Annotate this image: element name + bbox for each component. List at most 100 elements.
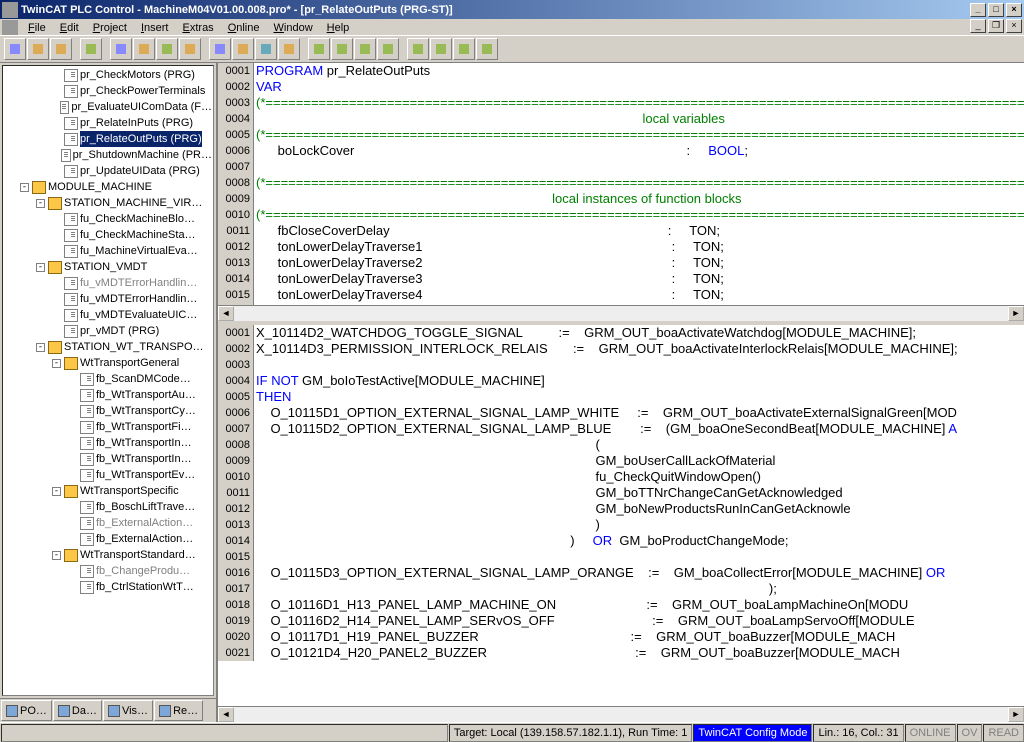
code-line[interactable]: 0017 ); — [218, 581, 1024, 597]
toolbar-save[interactable] — [50, 38, 72, 60]
maximize-button[interactable]: □ — [988, 3, 1004, 17]
tree-item[interactable]: -STATION_MACHINE_VIR… — [4, 195, 212, 211]
code-line[interactable]: 0007 — [218, 159, 1024, 175]
code-line[interactable]: 0002X_10114D3_PERMISSION_INTERLOCK_RELAI… — [218, 341, 1024, 357]
tree-item[interactable]: fb_CtrlStationWtT… — [4, 579, 212, 595]
code-text[interactable]: O_10115D2_OPTION_EXTERNAL_SIGNAL_LAMP_BL… — [254, 421, 1024, 437]
tree-item[interactable]: pr_CheckPowerTerminals — [4, 83, 212, 99]
sidebar-tab[interactable]: Da… — [53, 700, 102, 721]
code-text[interactable]: fbCloseCoverDelay : TON; — [254, 223, 1024, 239]
tree-toggle[interactable]: - — [36, 199, 45, 208]
code-text[interactable]: IF NOT GM_boIoTestActive[MODULE_MACHINE] — [254, 373, 1024, 389]
code-line[interactable]: 0002VAR — [218, 79, 1024, 95]
tree-item[interactable]: -WtTransportStandard… — [4, 547, 212, 563]
tree-toggle[interactable]: - — [36, 343, 45, 352]
tree-item[interactable]: pr_CheckMotors (PRG) — [4, 67, 212, 83]
code-line[interactable]: 0013 ) — [218, 517, 1024, 533]
toolbar-step-over[interactable] — [179, 38, 201, 60]
tree-item[interactable]: pr_EvaluateUIComData (F… — [4, 99, 212, 115]
toolbar-f1[interactable] — [308, 38, 330, 60]
code-text[interactable]: tonLowerDelayTraverse2 : TON; — [254, 255, 1024, 271]
code-line[interactable]: 0005THEN — [218, 389, 1024, 405]
toolbar-find[interactable] — [278, 38, 300, 60]
tree-toggle[interactable]: - — [52, 487, 61, 496]
toolbar-copy[interactable] — [232, 38, 254, 60]
h-scrollbar[interactable]: ◄► — [218, 305, 1024, 321]
tree-item[interactable]: fb_WtTransportFi… — [4, 419, 212, 435]
code-text[interactable] — [254, 159, 1024, 175]
tree-item[interactable]: -WtTransportSpecific — [4, 483, 212, 499]
code-text[interactable]: O_10116D1_H13_PANEL_LAMP_MACHINE_ON := G… — [254, 597, 1024, 613]
tree-item[interactable]: -STATION_WT_TRANSPO… — [4, 339, 212, 355]
mdi-minimize[interactable]: _ — [970, 19, 986, 33]
toolbar-cut[interactable] — [209, 38, 231, 60]
code-text[interactable] — [254, 357, 1024, 373]
code-text[interactable]: O_10121D4_H20_PANEL2_BUZZER := GRM_OUT_b… — [254, 645, 1024, 661]
code-line[interactable]: 0013 tonLowerDelayTraverse2 : TON; — [218, 255, 1024, 271]
code-line[interactable]: 0003 — [218, 357, 1024, 373]
tree-item[interactable]: -WtTransportGeneral — [4, 355, 212, 371]
tree-toggle[interactable]: - — [36, 263, 45, 272]
code-text[interactable]: boLockCover : BOOL; — [254, 143, 1024, 159]
code-text[interactable]: ) OR GM_boProductChangeMode; — [254, 533, 1024, 549]
code-text[interactable]: tonLowerDelayTraverse1 : TON; — [254, 239, 1024, 255]
code-text[interactable]: O_10117D1_H19_PANEL_BUZZER := GRM_OUT_bo… — [254, 629, 1024, 645]
toolbar-f3[interactable] — [354, 38, 376, 60]
toolbar-open[interactable] — [27, 38, 49, 60]
code-text[interactable]: (*======================================… — [254, 95, 1024, 111]
code-text[interactable]: O_10115D1_OPTION_EXTERNAL_SIGNAL_LAMP_WH… — [254, 405, 1024, 421]
toolbar-f8[interactable] — [476, 38, 498, 60]
toolbar-stop[interactable] — [133, 38, 155, 60]
close-button[interactable]: × — [1006, 3, 1022, 17]
code-line[interactable]: 0011 fbCloseCoverDelay : TON; — [218, 223, 1024, 239]
sidebar-tab[interactable]: PO… — [1, 700, 52, 721]
tree-item[interactable]: -STATION_VMDT — [4, 259, 212, 275]
code-line[interactable]: 0012 tonLowerDelayTraverse1 : TON; — [218, 239, 1024, 255]
code-line[interactable]: 0008 ( — [218, 437, 1024, 453]
sidebar-tab[interactable]: Re… — [154, 700, 203, 721]
code-line[interactable]: 0010 fu_CheckQuitWindowOpen() — [218, 469, 1024, 485]
code-text[interactable]: ) — [254, 517, 1024, 533]
code-line[interactable]: 0006 boLockCover : BOOL; — [218, 143, 1024, 159]
tree-item[interactable]: fb_ScanDMCode… — [4, 371, 212, 387]
tree-item[interactable]: pr_ShutdownMachine (PR… — [4, 147, 212, 163]
code-text[interactable]: tonLowerDelayTraverse3 : TON; — [254, 271, 1024, 287]
code-line[interactable]: 0021 O_10121D4_H20_PANEL2_BUZZER := GRM_… — [218, 645, 1024, 661]
tree-toggle[interactable]: - — [20, 183, 29, 192]
code-line[interactable]: 0015 — [218, 549, 1024, 565]
code-line[interactable]: 0019 O_10116D2_H14_PANEL_LAMP_SERvOS_OFF… — [218, 613, 1024, 629]
toolbar-run[interactable] — [110, 38, 132, 60]
code-text[interactable]: local variables — [254, 111, 1024, 127]
code-line[interactable]: 0001X_10114D2_WATCHDOG_TOGGLE_SIGNAL := … — [218, 325, 1024, 341]
tree-item[interactable]: pr_RelateInPuts (PRG) — [4, 115, 212, 131]
toolbar-f6[interactable] — [430, 38, 452, 60]
tree-item[interactable]: fb_ExternalAction… — [4, 531, 212, 547]
declaration-editor[interactable]: 0001PROGRAM pr_RelateOutPuts0002VAR0003(… — [218, 63, 1024, 325]
tree-item[interactable]: fb_ExternalAction… — [4, 515, 212, 531]
code-line[interactable]: 0004IF NOT GM_boIoTestActive[MODULE_MACH… — [218, 373, 1024, 389]
code-line[interactable]: 0006 O_10115D1_OPTION_EXTERNAL_SIGNAL_LA… — [218, 405, 1024, 421]
tree-item[interactable]: fu_WtTransportEv… — [4, 467, 212, 483]
tree-toggle[interactable]: - — [52, 359, 61, 368]
tree-item[interactable]: fu_vMDTEvaluateUIC… — [4, 307, 212, 323]
code-line[interactable]: 0016 O_10115D3_OPTION_EXTERNAL_SIGNAL_LA… — [218, 565, 1024, 581]
code-line[interactable]: 0003(*==================================… — [218, 95, 1024, 111]
tree-item[interactable]: fb_ChangeProdu… — [4, 563, 212, 579]
tree-item[interactable]: fu_CheckMachineSta… — [4, 227, 212, 243]
code-text[interactable]: GM_boTTNrChangeCanGetAcknowledged — [254, 485, 1024, 501]
code-text[interactable]: ( — [254, 437, 1024, 453]
code-line[interactable]: 0014 ) OR GM_boProductChangeMode; — [218, 533, 1024, 549]
code-line[interactable]: 0020 O_10117D1_H19_PANEL_BUZZER := GRM_O… — [218, 629, 1024, 645]
code-text[interactable]: local instances of function blocks — [254, 191, 1024, 207]
code-text[interactable]: (*======================================… — [254, 127, 1024, 143]
minimize-button[interactable]: _ — [970, 3, 986, 17]
code-line[interactable]: 0010(*==================================… — [218, 207, 1024, 223]
code-text[interactable]: VAR — [254, 79, 1024, 95]
code-text[interactable]: X_10114D2_WATCHDOG_TOGGLE_SIGNAL := GRM_… — [254, 325, 1024, 341]
tree-item[interactable]: fb_WtTransportIn… — [4, 435, 212, 451]
code-line[interactable]: 0009 local instances of function blocks — [218, 191, 1024, 207]
code-text[interactable]: ); — [254, 581, 1024, 597]
tree-toggle[interactable]: - — [52, 551, 61, 560]
tree-item[interactable]: fb_BoschLiftTrave… — [4, 499, 212, 515]
code-text[interactable]: (*======================================… — [254, 207, 1024, 223]
